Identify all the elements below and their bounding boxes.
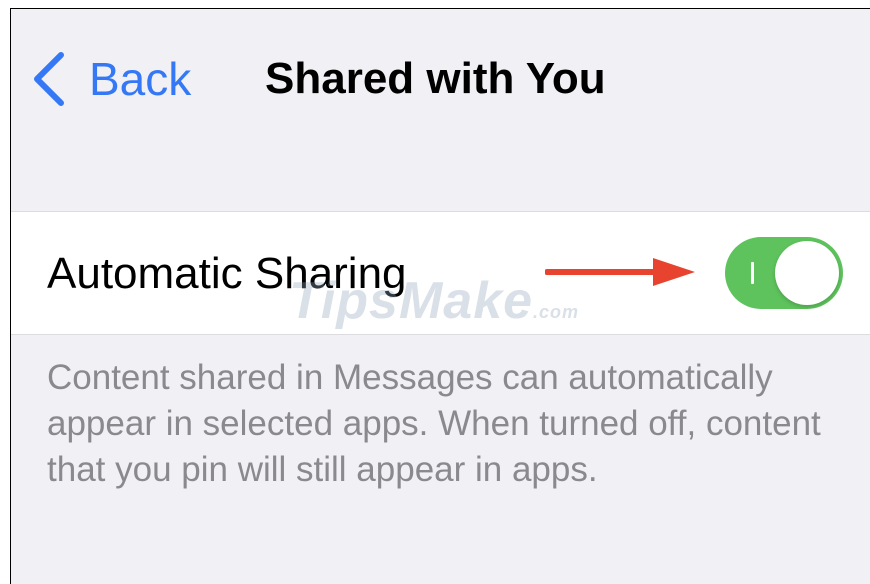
- page-title: Shared with You: [265, 54, 606, 103]
- chevron-left-icon: [34, 52, 64, 106]
- back-label: Back: [89, 53, 192, 105]
- toggle-on-indicator: [751, 262, 754, 284]
- settings-screen: Back Shared with You Automatic Sharing C…: [10, 8, 870, 584]
- settings-group: Automatic Sharing: [11, 211, 870, 335]
- arrow-right-icon: [545, 258, 695, 286]
- automatic-sharing-toggle[interactable]: [725, 237, 843, 309]
- toggle-knob: [775, 241, 839, 305]
- back-button[interactable]: Back: [31, 49, 191, 109]
- automatic-sharing-label: Automatic Sharing: [47, 249, 407, 298]
- automatic-sharing-description: Content shared in Messages can automatic…: [47, 358, 821, 489]
